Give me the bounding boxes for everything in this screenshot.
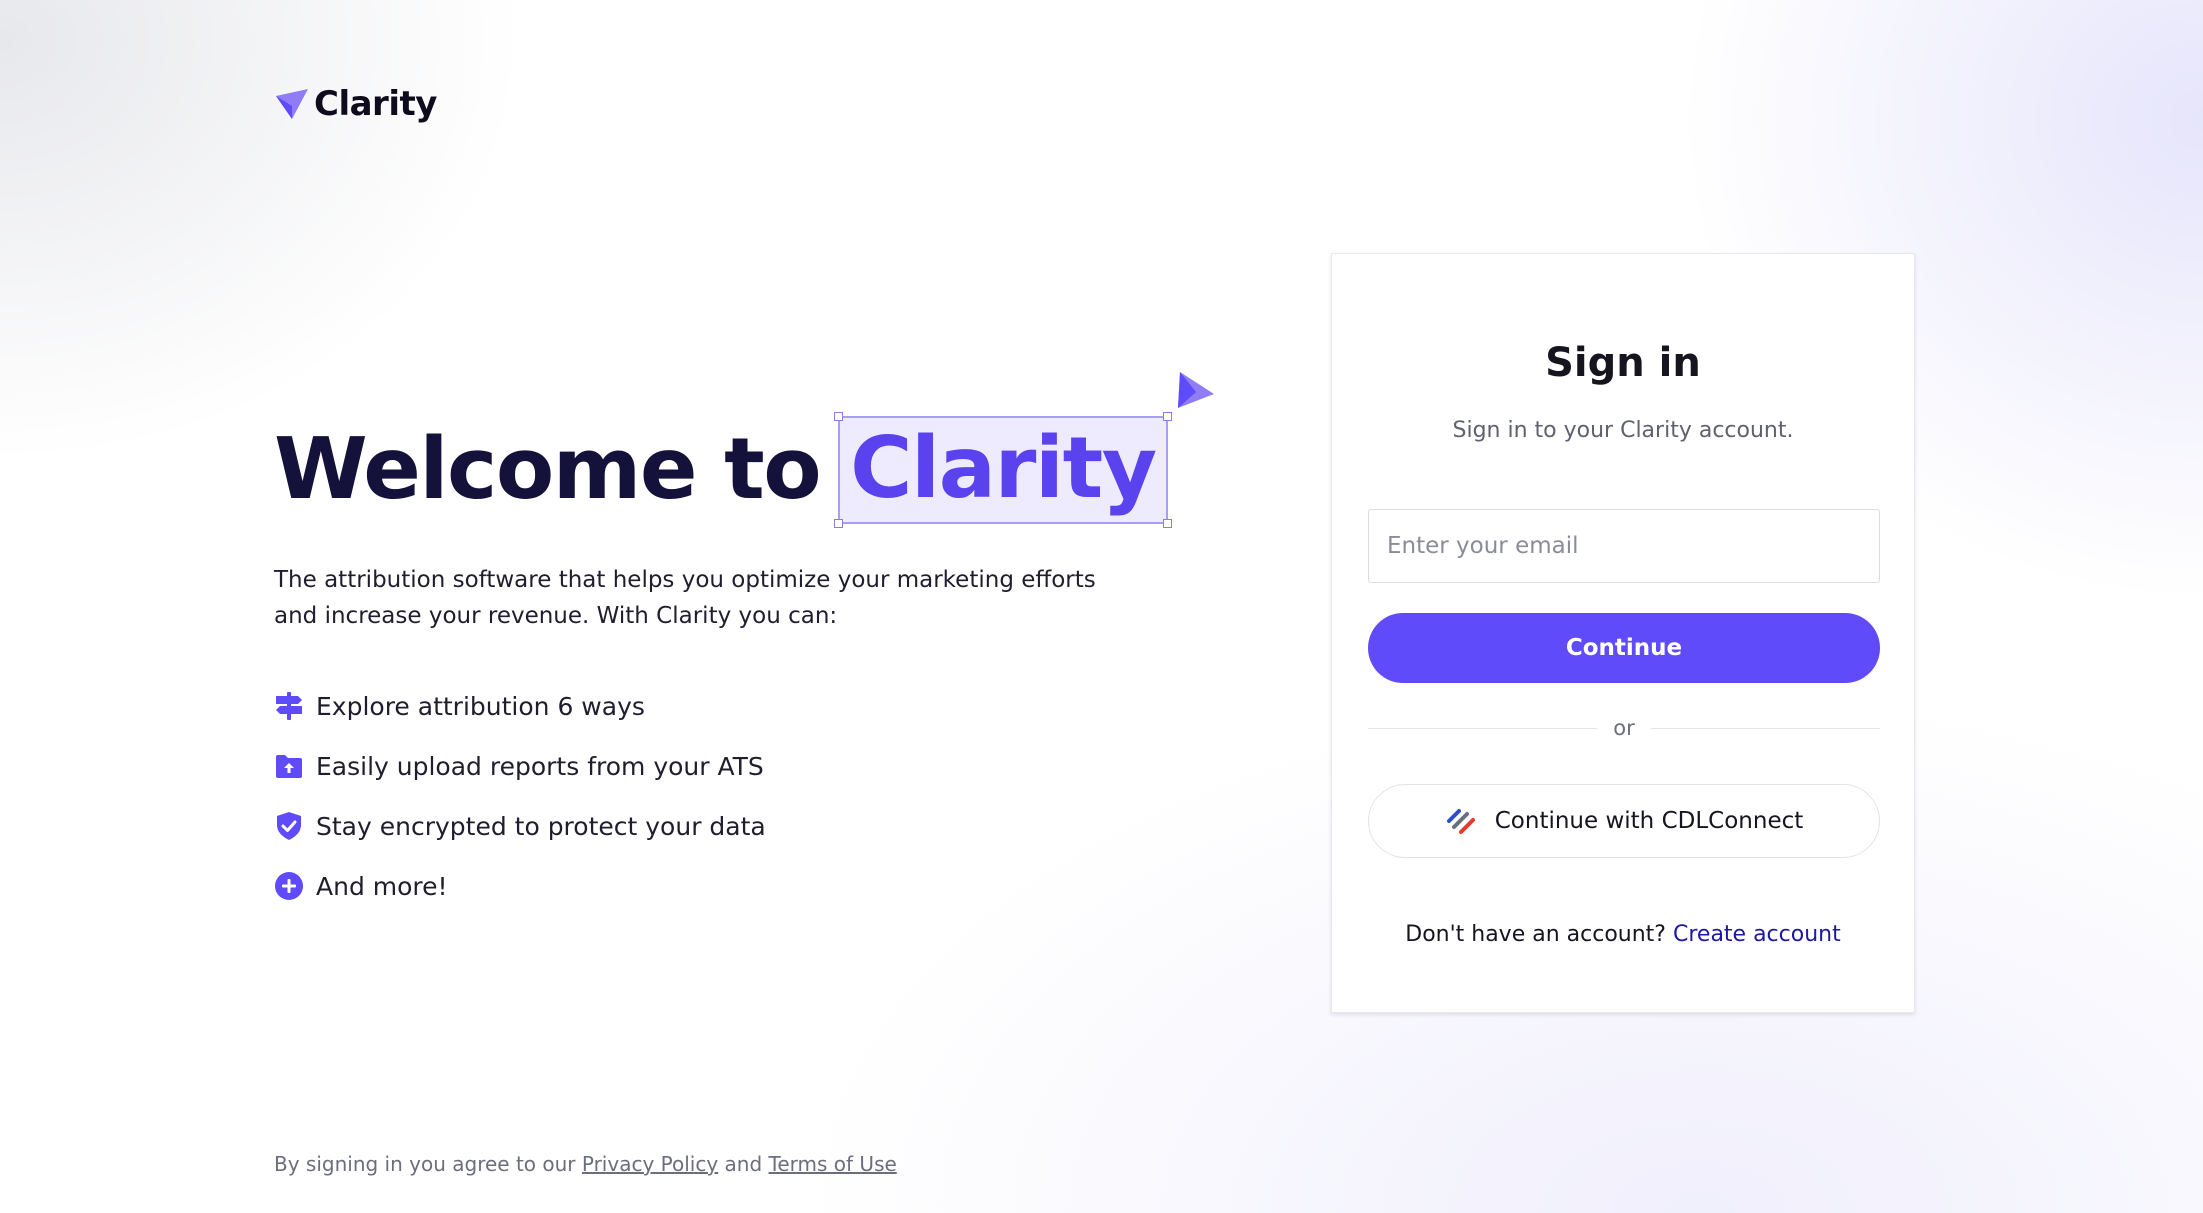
feature-list: Explore attribution 6 ways Easily upload… — [274, 676, 1174, 916]
paper-plane-icon — [276, 89, 308, 119]
hero-section: Welcome to Clarity The attribution softw… — [274, 372, 1214, 916]
continue-button[interactable]: Continue — [1368, 613, 1880, 683]
email-input[interactable] — [1368, 509, 1880, 583]
signin-card: Sign in Sign in to your Clarity account.… — [1331, 253, 1915, 1013]
title-brand-highlight: Clarity — [834, 372, 1214, 528]
signin-title: Sign in — [1545, 340, 1701, 386]
selection-handle — [1162, 412, 1172, 421]
signup-prompt-text: Don't have an account? — [1405, 922, 1666, 947]
list-item: Stay encrypted to protect your data — [274, 796, 1174, 856]
list-item: And more! — [274, 856, 1174, 916]
legal-notice: By signing in you agree to our Privacy P… — [274, 1152, 897, 1176]
list-item: Easily upload reports from your ATS — [274, 736, 1174, 796]
cursor-arrow-icon — [1177, 372, 1214, 408]
feature-label: Easily upload reports from your ATS — [316, 751, 764, 781]
feature-label: And more! — [316, 871, 448, 901]
cdlconnect-stripes-icon — [1446, 809, 1475, 834]
title-prefix: Welcome to — [274, 420, 822, 519]
brand-logo[interactable]: Clarity — [274, 84, 437, 124]
privacy-policy-link[interactable]: Privacy Policy — [582, 1152, 718, 1176]
divider-line — [1650, 727, 1881, 729]
feature-label: Stay encrypted to protect your data — [316, 811, 766, 841]
legal-conjunction: and — [724, 1152, 763, 1176]
folder-upload-icon — [276, 755, 302, 778]
divider-line — [1368, 727, 1598, 729]
divider-text: or — [1613, 716, 1635, 740]
brand-name: Clarity — [314, 84, 437, 124]
page-title: Welcome to Clarity — [274, 372, 1214, 530]
create-account-link[interactable]: Create account — [1673, 922, 1841, 947]
signpost-icon — [276, 692, 302, 720]
selection-handle — [834, 519, 844, 528]
or-divider: or — [1368, 716, 1881, 740]
selection-handle — [834, 412, 844, 421]
terms-of-use-link[interactable]: Terms of Use — [769, 1152, 897, 1176]
continue-with-cdlconnect-button[interactable]: Continue with CDLConnect — [1368, 784, 1880, 858]
shield-check-icon — [277, 812, 301, 840]
plus-circle-icon — [275, 872, 303, 900]
signin-subtitle: Sign in to your Clarity account. — [1452, 418, 1794, 443]
selection-handle — [1162, 519, 1172, 528]
title-brand-text: Clarity — [850, 419, 1157, 518]
feature-label: Explore attribution 6 ways — [316, 691, 645, 721]
signup-prompt: Don't have an account? Create account — [1332, 922, 1914, 947]
hero-subtitle: The attribution software that helps you … — [274, 567, 1096, 629]
legal-prefix: By signing in you agree to our — [274, 1152, 576, 1176]
sso-label: Continue with CDLConnect — [1494, 808, 1804, 834]
list-item: Explore attribution 6 ways — [274, 676, 1174, 736]
